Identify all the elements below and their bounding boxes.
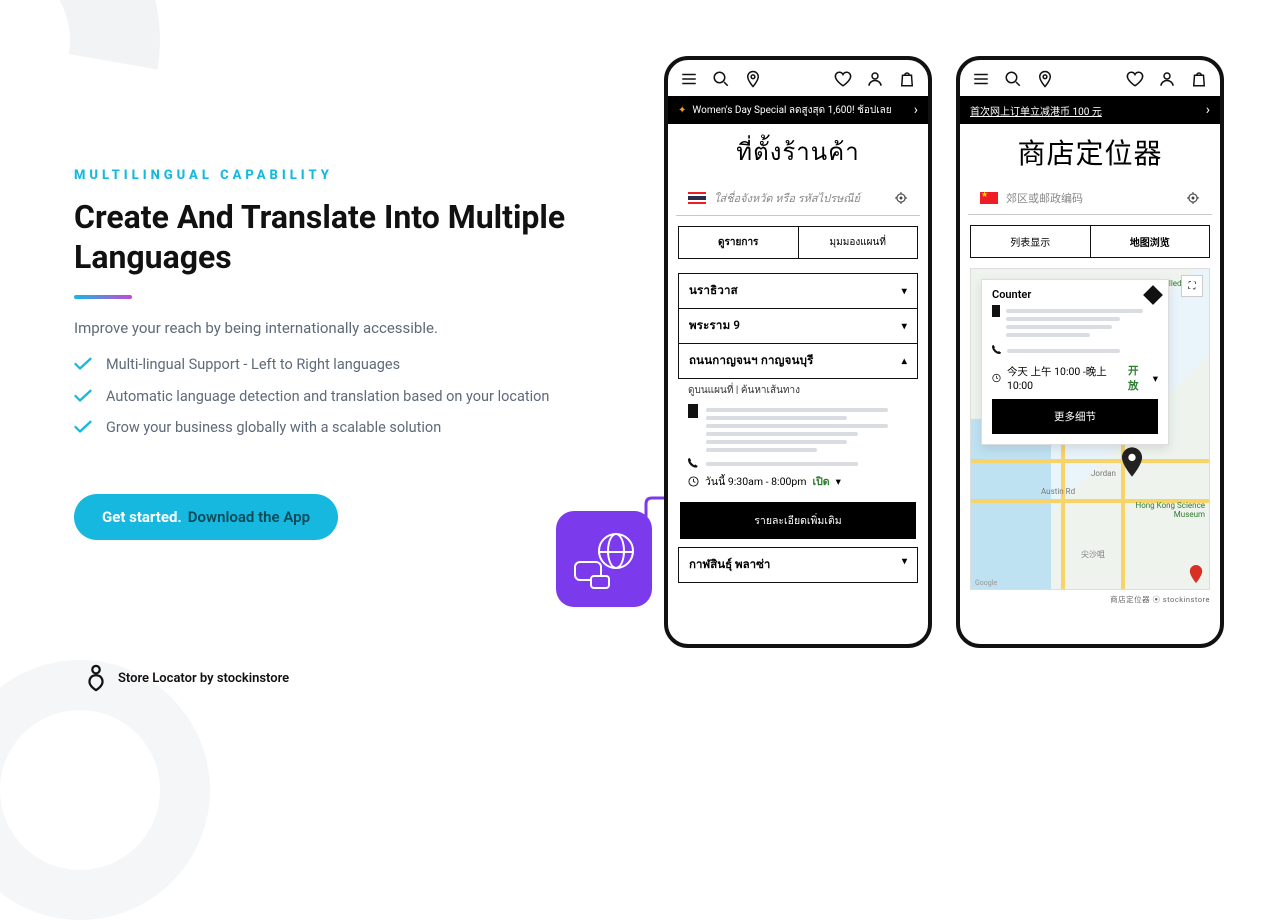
map-pin-icon[interactable] xyxy=(1189,565,1203,583)
menu-icon[interactable] xyxy=(972,70,990,88)
store-row[interactable]: นราธิวาส ▾ xyxy=(678,273,918,309)
map-provider-label: Google xyxy=(975,579,997,587)
check-icon xyxy=(74,357,92,371)
phone-thai: ✦ Women's Day Special ลดสูงสุด 1,600! ช้… xyxy=(664,56,932,648)
clock-icon xyxy=(688,476,699,487)
brand-mark: Store Locator by stockinstore xyxy=(86,664,289,692)
store-card: Counter 今天 上午 10:00 -晚上 10:00 xyxy=(981,279,1169,445)
logo-icon xyxy=(86,664,106,692)
phone-icon xyxy=(992,345,1001,354)
heart-icon[interactable] xyxy=(1126,70,1144,88)
promo-text: 首次网上订单立减港币 100 元 xyxy=(970,103,1102,118)
cta-bold: Get started. xyxy=(102,508,182,526)
globe-icon xyxy=(598,533,634,569)
store-hours: วันนี้ 9:30am - 8:00pm เปิด ▾ xyxy=(668,470,928,496)
tab-map[interactable]: มุมมองแผนที่ xyxy=(799,226,919,259)
open-badge: เปิด xyxy=(812,473,829,490)
promo-bar[interactable]: 首次网上订单立减港币 100 元 › xyxy=(960,96,1220,124)
flag-cn-icon xyxy=(980,192,998,204)
promo-text: Women's Day Special ลดสูงสุด 1,600! ช้อป… xyxy=(692,103,891,118)
bullet-item: Multi-lingual Support - Left to Right la… xyxy=(74,355,574,375)
hours-text: วันนี้ 9:30am - 8:00pm xyxy=(705,473,806,490)
clock-icon xyxy=(992,373,1001,383)
map-pin-icon[interactable] xyxy=(1121,447,1143,477)
search-input[interactable]: ใส่ชื่อจังหวัด หรือ รหัสไปรษณีย์ xyxy=(676,181,920,216)
map-view[interactable]: FERRY POINT Kowloon Walled City... Austi… xyxy=(970,268,1210,590)
location-icon[interactable] xyxy=(744,70,762,88)
heart-icon[interactable] xyxy=(834,70,852,88)
globe-badge xyxy=(556,511,652,607)
store-hours: 今天 上午 10:00 -晚上 10:00 开放 ▾ xyxy=(992,357,1158,397)
map-label: Jordan xyxy=(1091,469,1116,478)
store-name: กาฬสินธุ์ พลาซ่า xyxy=(689,556,770,574)
location-icon[interactable] xyxy=(1036,70,1054,88)
map-label: 尖沙咀 xyxy=(1081,549,1105,560)
details-button[interactable]: รายละเอียดเพิ่มเติม xyxy=(680,502,916,539)
building-icon xyxy=(688,404,698,418)
fullscreen-icon[interactable]: ⛶ xyxy=(1181,275,1203,297)
card-title: Counter xyxy=(992,288,1158,301)
search-placeholder: 郊区或邮政编码 xyxy=(1006,190,1178,206)
bullet-text: Automatic language detection and transla… xyxy=(106,387,549,407)
store-actions[interactable]: ดูบนแผนที่ | ค้นหาเส้นทาง xyxy=(678,379,918,400)
store-row[interactable]: กาฬสินธุ์ พลาซ่า ▾ xyxy=(678,547,918,583)
check-icon xyxy=(74,420,92,434)
bag-icon[interactable] xyxy=(1190,70,1208,88)
search-icon[interactable] xyxy=(712,70,730,88)
headline: Create And Translate Into Multiple Langu… xyxy=(74,197,574,277)
tab-list[interactable]: ดูรายการ xyxy=(678,226,799,259)
bullet-text: Grow your business globally with a scala… xyxy=(106,418,441,438)
bullet-item: Grow your business globally with a scala… xyxy=(74,418,574,438)
store-name: ถนนกาญจนฯ กาญจนบุรี xyxy=(689,352,814,370)
chevron-up-icon: ▴ xyxy=(902,356,907,367)
eyebrow: MULTILINGUAL CAPABILITY xyxy=(74,168,574,183)
chevron-down-icon[interactable]: ▾ xyxy=(836,475,841,488)
chevron-right-icon: › xyxy=(914,102,918,118)
account-icon[interactable] xyxy=(866,70,884,88)
tab-map[interactable]: 地图浏览 xyxy=(1091,225,1211,258)
open-badge: 开放 xyxy=(1128,363,1147,393)
promo-bar[interactable]: ✦ Women's Day Special ลดสูงสุด 1,600! ช้… xyxy=(668,96,928,124)
page-title: ที่ตั้งร้านค้า xyxy=(668,124,928,181)
tab-list[interactable]: 列表显示 xyxy=(970,225,1091,258)
accent-rule xyxy=(74,295,132,299)
lead-text: Improve your reach by being internationa… xyxy=(74,319,574,337)
hours-text: 今天 上午 10:00 -晚上 10:00 xyxy=(1007,364,1122,392)
map-label: Austin Rd xyxy=(1041,487,1075,496)
search-icon[interactable] xyxy=(1004,70,1022,88)
bullet-text: Multi-lingual Support - Left to Right la… xyxy=(106,355,400,375)
chevron-right-icon: › xyxy=(1206,102,1210,118)
search-input[interactable]: 郊区或邮政编码 xyxy=(968,182,1212,215)
details-button[interactable]: 更多细节 xyxy=(992,399,1158,434)
store-name: พระราม 9 xyxy=(689,317,740,335)
locate-icon[interactable] xyxy=(894,191,908,205)
menu-icon[interactable] xyxy=(680,70,698,88)
store-row[interactable]: พระราม 9 ▾ xyxy=(678,309,918,344)
cta-button[interactable]: Get started. Download the App xyxy=(74,494,338,540)
chevron-down-icon[interactable]: ▾ xyxy=(1153,372,1158,385)
bag-icon[interactable] xyxy=(898,70,916,88)
map-credit: 商店定位器 ⦿ stockinstore xyxy=(960,590,1220,605)
account-icon[interactable] xyxy=(1158,70,1176,88)
page-title: 商店定位器 xyxy=(960,124,1220,182)
bullet-item: Automatic language detection and transla… xyxy=(74,387,574,407)
cta-rest: Download the App xyxy=(188,508,310,526)
chevron-down-icon: ▾ xyxy=(902,321,907,332)
locate-icon[interactable] xyxy=(1186,191,1200,205)
search-placeholder: ใส่ชื่อจังหวัด หรือ รหัสไปรษณีย์ xyxy=(714,189,886,207)
map-label: Hong Kong Science Museum xyxy=(1135,501,1205,519)
flag-th-icon xyxy=(688,192,706,204)
building-icon xyxy=(992,305,1000,317)
brand-text: Store Locator by stockinstore xyxy=(118,671,289,686)
chat-icon xyxy=(590,575,610,589)
phone-icon xyxy=(688,458,698,470)
store-name: นราธิวาส xyxy=(689,282,738,300)
store-row[interactable]: ถนนกาญจนฯ กาญจนบุรี ▴ xyxy=(678,344,918,379)
chevron-down-icon: ▾ xyxy=(902,556,907,574)
phone-chinese: 首次网上订单立减港币 100 元 › 商店定位器 郊区或邮政编码 列表显示 地图… xyxy=(956,56,1224,648)
check-icon xyxy=(74,389,92,403)
chevron-down-icon: ▾ xyxy=(902,286,907,297)
